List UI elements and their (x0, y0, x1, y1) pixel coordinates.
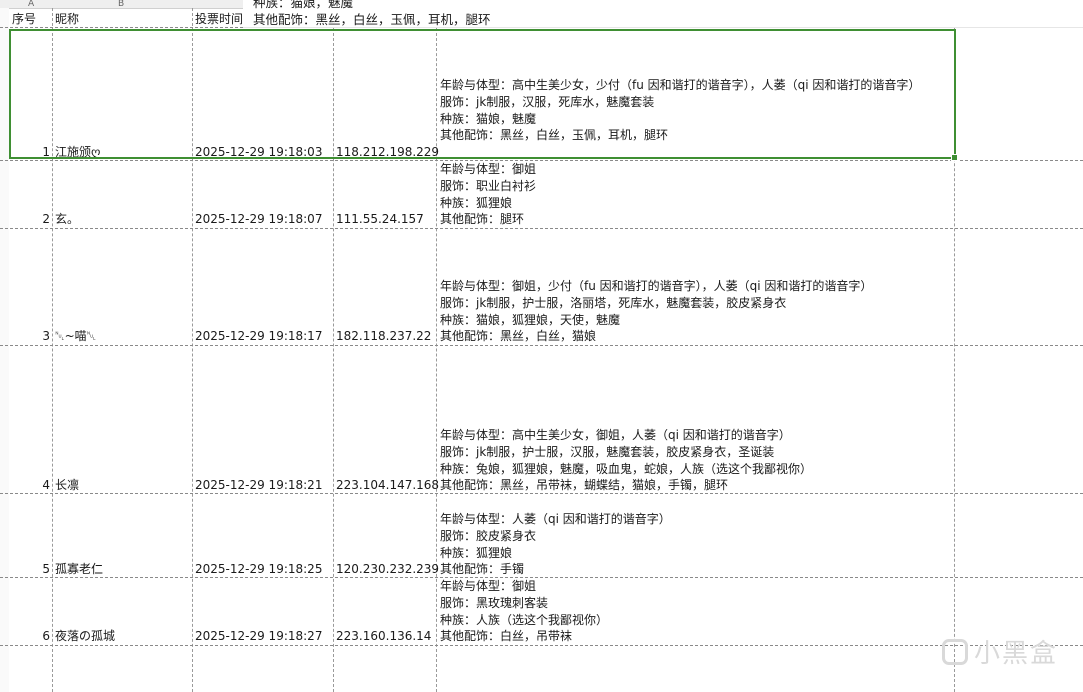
pref-line: 年龄与体型：御姐，少付（fu 因和谐打的谐音字），人萎（qi 因和谐打的谐音字） (440, 279, 873, 293)
pref-line: 服饰：职业白衬衫 (440, 178, 537, 193)
row3-preferences[interactable]: 年龄与体型：御姐，少付（fu 因和谐打的谐音字），人萎（qi 因和谐打的谐音字）… (440, 278, 952, 345)
watermark-text: 小黑盒 (973, 639, 1058, 669)
row5-time[interactable]: 2025-12-29 19:18:25 (195, 561, 322, 577)
tooltip-line: 其他配饰：黑丝，白丝，玉佩，耳机，腿环 (253, 12, 491, 27)
row3-nickname[interactable]: ␀~喵␀ (55, 328, 96, 344)
cell-content-tooltip: 种族：猫娘，魅魔 其他配饰：黑丝，白丝，玉佩，耳机，腿环 (243, 0, 1083, 28)
pref-line: 服饰：jk制服，护士服，洛丽塔，死库水，魅魔套装，胶皮紧身衣 (440, 295, 787, 310)
row5-nickname[interactable]: 孤寡老仁 (55, 561, 103, 577)
row5-seq[interactable]: 5 (12, 561, 50, 577)
pref-line: 服饰：胶皮紧身衣 (440, 528, 537, 543)
row5-ip[interactable]: 120.230.232.239 (336, 561, 439, 577)
pref-line: 种族：兔娘，狐狸娘，魅魔，吸血鬼，蛇娘，人族（选这个我鄙视你） (440, 461, 813, 476)
row4-time[interactable]: 2025-12-29 19:18:21 (195, 477, 322, 493)
row6-seq[interactable]: 6 (12, 628, 50, 644)
row3-ip[interactable]: 182.118.237.22 (336, 328, 431, 344)
cell-selection-border (9, 29, 958, 161)
pref-line: 种族：人族（选这个我鄙视你） (440, 612, 609, 627)
pref-line: 年龄与体型：人萎（qi 因和谐打的谐音字） (440, 512, 671, 526)
pref-line: 服饰：黑玫瑰刺客装 (440, 595, 549, 610)
row2-time[interactable]: 2025-12-29 19:18:07 (195, 211, 322, 227)
fill-handle[interactable] (951, 154, 958, 161)
row2-seq[interactable]: 2 (12, 211, 50, 227)
header-vote-time[interactable]: 投票时间 (195, 11, 243, 27)
row3-seq[interactable]: 3 (12, 328, 50, 344)
header-seq[interactable]: 序号 (12, 11, 36, 27)
pref-line: 年龄与体型：御姐 (440, 162, 537, 176)
pref-line: 其他配饰：黑丝，吊带袜，蝴蝶结，猫娘，手镯，腿环 (440, 478, 729, 493)
watermark: 小黑盒 (941, 633, 1058, 670)
row6-time[interactable]: 2025-12-29 19:18:27 (195, 628, 322, 644)
heybox-logo-icon (941, 638, 968, 665)
row6-ip[interactable]: 223.160.136.14 (336, 628, 431, 644)
row4-nickname[interactable]: 长凛 (55, 477, 79, 493)
row3-time[interactable]: 2025-12-29 19:18:17 (195, 328, 322, 344)
pref-line: 其他配饰：手镯 (440, 562, 525, 577)
row4-seq[interactable]: 4 (12, 477, 50, 493)
row2-preferences[interactable]: 年龄与体型：御姐 服饰：职业白衬衫 种族：狐狸娘 其他配饰：腿环 (440, 161, 952, 228)
row4-preferences[interactable]: 年龄与体型：高中生美少女，御姐，人萎（qi 因和谐打的谐音字） 服饰：jk制服，… (440, 427, 952, 494)
row5-preferences[interactable]: 年龄与体型：人萎（qi 因和谐打的谐音字） 服饰：胶皮紧身衣 种族：狐狸娘 其他… (440, 511, 952, 578)
header-nickname[interactable]: 昵称 (55, 11, 79, 27)
pref-line: 其他配饰：黑丝，白丝，猫娘 (440, 329, 597, 344)
pref-line: 种族：狐狸娘 (440, 545, 513, 560)
row4-ip[interactable]: 223.104.147.168 (336, 477, 439, 493)
row2-nickname[interactable]: 玄。 (55, 211, 79, 227)
row6-preferences[interactable]: 年龄与体型：御姐 服饰：黑玫瑰刺客装 种族：人族（选这个我鄙视你） 其他配饰：白… (440, 578, 952, 645)
pref-line: 其他配饰：腿环 (440, 212, 525, 227)
pref-line: 种族：猫娘，狐狸娘，天使，魅魔 (440, 312, 621, 327)
pref-line: 服饰：jk制服，护士服，汉服，魅魔套装，胶皮紧身衣，圣诞装 (440, 444, 775, 459)
pref-line: 其他配饰：白丝，吊带袜 (440, 629, 573, 644)
pref-line: 年龄与体型：御姐 (440, 579, 537, 593)
row6-nickname[interactable]: 夜落の孤城 (55, 628, 115, 644)
row2-ip[interactable]: 111.55.24.157 (336, 211, 424, 227)
pref-line: 种族：狐狸娘 (440, 195, 513, 210)
tooltip-line: 种族：猫娘，魅魔 (253, 0, 354, 10)
pref-line: 年龄与体型：高中生美少女，御姐，人萎（qi 因和谐打的谐音字） (440, 428, 791, 442)
